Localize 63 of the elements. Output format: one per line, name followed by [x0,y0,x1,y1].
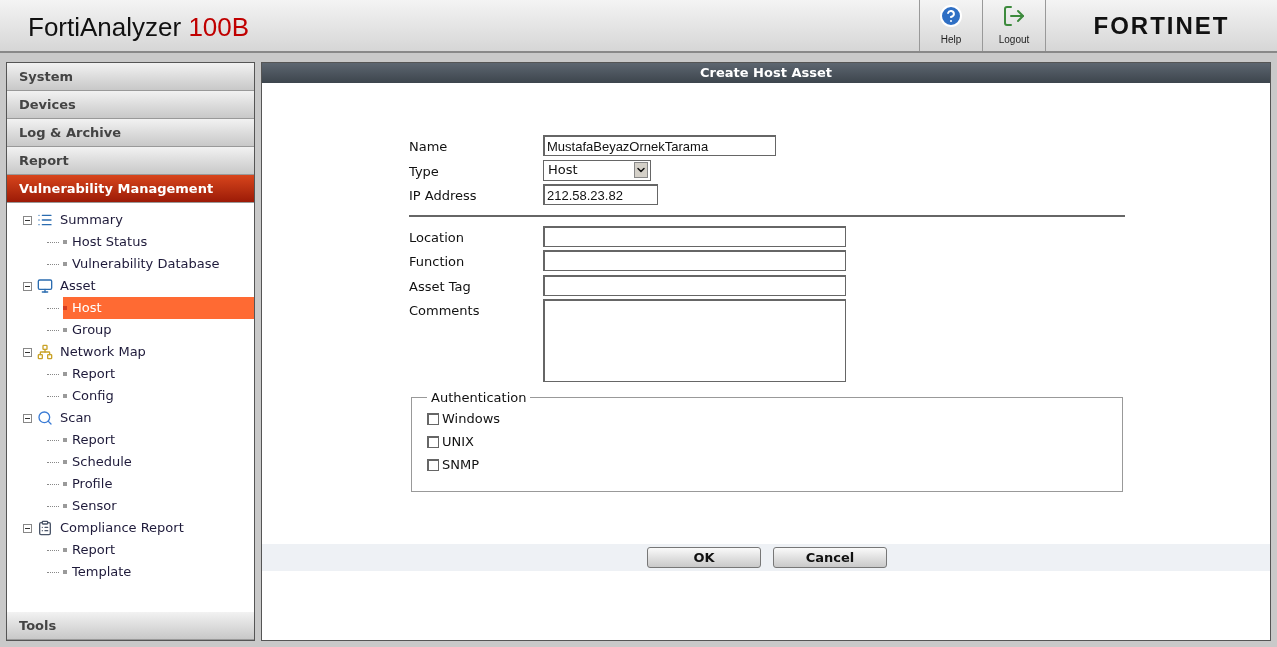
panel-title: Create Host Asset [262,63,1270,83]
text-field[interactable]: MustafaBeyazOrnekTarama [543,135,776,156]
tree-item[interactable]: Config [63,385,254,407]
tree-item[interactable]: Scan [60,408,92,428]
list-icon [37,212,53,228]
ok-button[interactable]: OK [647,546,761,568]
tree-item[interactable]: Sensor [63,495,254,517]
comments-field[interactable] [543,299,846,382]
field-label: Name [409,138,449,156]
dropdown-button[interactable] [634,162,648,178]
logout-button[interactable]: Logout [982,0,1045,51]
help-button[interactable]: Help [919,0,982,51]
collapse-icon[interactable] [23,215,32,225]
collapse-icon[interactable] [23,281,32,291]
tree-item[interactable]: Host Status [63,231,254,253]
field-label: Comments [409,302,481,320]
tree-item[interactable]: Summary [60,210,123,230]
cancel-button[interactable]: Cancel [773,546,887,568]
sidebar-section[interactable]: Tools [7,612,254,640]
tree-item[interactable]: Asset [60,276,96,296]
product-title: FortiAnalyzer 100B [27,11,250,44]
collapse-icon[interactable] [23,347,32,357]
sidebar-section[interactable]: Vulnerability Management [7,175,254,203]
checkbox-label: Windows [442,410,501,429]
field-label: Type [409,162,440,181]
checkbox[interactable] [427,413,439,425]
text-field[interactable] [543,274,846,296]
tree-item[interactable]: Report [63,429,254,451]
tree-item[interactable]: Vulnerability Database [63,253,254,275]
checkbox-label: SNMP [442,456,480,475]
checkbox-label: UNIX [442,433,474,452]
text-field[interactable] [543,250,846,271]
tree-item[interactable]: Network Map [60,342,146,362]
tree-item[interactable]: Profile [63,473,254,495]
field-label: IP Address [409,187,478,205]
collapse-icon[interactable] [23,413,32,423]
tree-item[interactable]: Report [63,539,254,561]
group-legend: Authentication [427,388,531,408]
field-label: Location [409,228,465,247]
checkbox[interactable] [427,459,439,471]
sidebar-section[interactable]: Devices [7,91,254,119]
tree-item[interactable]: Compliance Report [60,518,184,538]
sidebar-section[interactable]: Report [7,147,254,175]
text-field[interactable]: 212.58.23.82 [543,184,658,205]
brand-logo: FORTINET [1093,10,1230,41]
tree-item[interactable]: Schedule [63,451,254,473]
help-icon [939,4,963,28]
search-icon [37,410,53,426]
network-icon [37,344,53,360]
clipboard-icon [37,520,53,536]
field-label: Function [409,253,466,271]
checkbox[interactable] [427,436,439,448]
monitor-icon [37,278,53,294]
door-exit-icon [1002,4,1026,28]
tree-item[interactable]: Report [63,363,254,385]
field-label: Asset Tag [409,277,472,296]
text-field[interactable] [543,225,846,247]
sidebar-section[interactable]: Log & Archive [7,119,254,147]
type-select[interactable]: Host [543,159,651,181]
tree-item[interactable]: Group [63,319,254,341]
tree-item[interactable]: Template [63,561,254,583]
sidebar-section[interactable]: System [7,63,254,91]
collapse-icon[interactable] [23,523,32,533]
